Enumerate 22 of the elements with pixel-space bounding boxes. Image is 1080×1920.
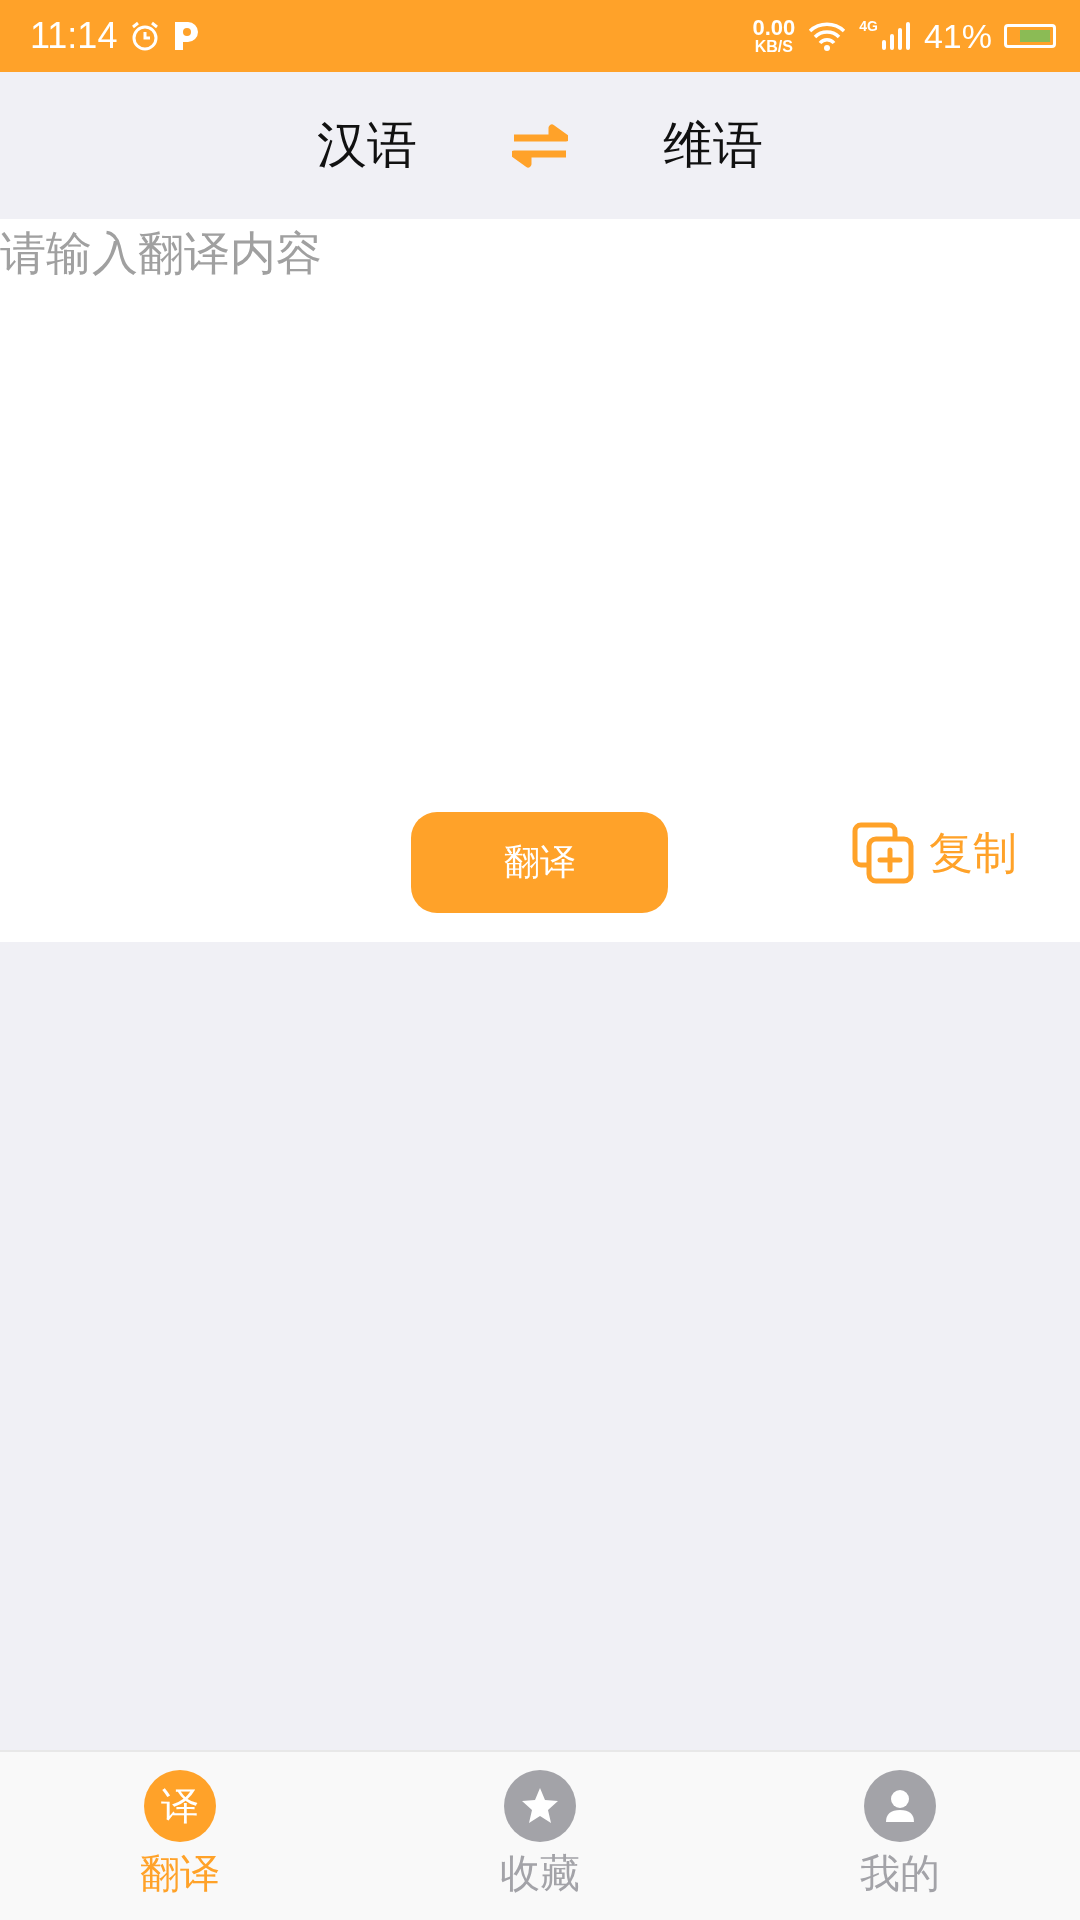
- translate-icon: 译: [144, 1770, 216, 1842]
- nav-tab[interactable]: 我的: [720, 1752, 1080, 1920]
- source-language[interactable]: 汉语: [222, 112, 512, 179]
- network-speed: 0.00 KB/S: [752, 17, 796, 55]
- swap-icon[interactable]: [512, 123, 568, 168]
- copy-icon: [851, 821, 915, 885]
- nav-tab[interactable]: 收藏: [360, 1752, 720, 1920]
- signal-icon: [879, 20, 912, 52]
- tab-label: 翻译: [140, 1849, 220, 1898]
- battery-percent: 41%: [923, 16, 992, 56]
- copy-button[interactable]: 复制: [851, 821, 1017, 885]
- input-field[interactable]: 请输入翻译内容: [0, 219, 1080, 793]
- wifi-icon: [807, 20, 848, 52]
- network-type: 4G: [859, 18, 878, 34]
- tab-label: 我的: [860, 1849, 940, 1898]
- person-icon: [864, 1770, 936, 1842]
- status-time: 11:14: [30, 15, 118, 57]
- target-language[interactable]: 维语: [568, 112, 858, 179]
- tab-label: 收藏: [500, 1849, 580, 1898]
- translate-button[interactable]: 翻译: [411, 812, 668, 913]
- battery-icon: [1004, 24, 1056, 48]
- nav-tab[interactable]: 译 翻译: [0, 1752, 360, 1920]
